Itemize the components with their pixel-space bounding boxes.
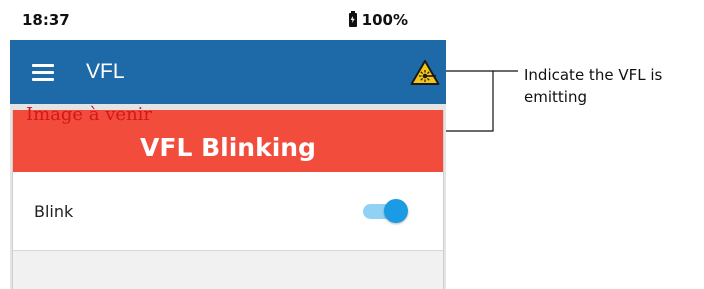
callout-leader-lines <box>446 70 518 132</box>
callout-annotation: Indicate the VFL is emitting <box>524 66 663 106</box>
